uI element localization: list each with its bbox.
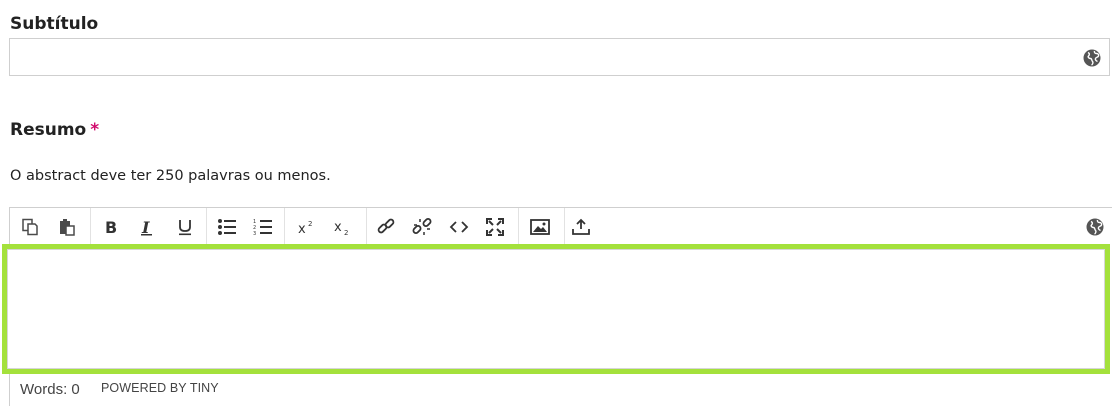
- fullscreen-icon[interactable]: [482, 214, 508, 240]
- copy-icon[interactable]: [17, 214, 43, 240]
- bold-icon[interactable]: B: [98, 214, 124, 240]
- toolbar-group-script: x2 x2: [284, 208, 367, 245]
- subtitle-field[interactable]: [9, 38, 1110, 76]
- image-icon[interactable]: [527, 214, 553, 240]
- svg-text:2: 2: [344, 229, 348, 236]
- svg-text:3: 3: [253, 231, 256, 236]
- subtitle-label: Subtítulo: [10, 14, 98, 34]
- numbered-list-icon[interactable]: 123: [250, 214, 276, 240]
- svg-text:x: x: [334, 220, 342, 235]
- link-icon[interactable]: [373, 214, 399, 240]
- unlink-icon[interactable]: [409, 214, 435, 240]
- code-icon[interactable]: [446, 214, 472, 240]
- abstract-edit-area[interactable]: [2, 244, 1110, 374]
- svg-text:B: B: [105, 218, 117, 236]
- upload-icon[interactable]: [568, 214, 594, 240]
- required-marker: *: [90, 120, 100, 140]
- abstract-label: Resumo *: [10, 120, 99, 140]
- powered-by-link[interactable]: POWERED BY TINY: [101, 381, 219, 395]
- bullet-list-icon[interactable]: [214, 214, 240, 240]
- svg-text:2: 2: [308, 220, 312, 228]
- subscript-icon[interactable]: x2: [330, 214, 356, 240]
- toolbar-group-clipboard: [10, 208, 91, 245]
- subtitle-label-text: Subtítulo: [10, 14, 99, 34]
- abstract-description: O abstract deve ter 250 palavras ou meno…: [10, 168, 331, 184]
- globe-icon[interactable]: [1086, 218, 1104, 236]
- toolbar-group-image: [518, 208, 565, 245]
- word-count: Words: 0: [20, 381, 80, 398]
- toolbar-group-format: B I: [90, 208, 207, 245]
- abstract-text-body[interactable]: [7, 249, 1105, 369]
- globe-icon[interactable]: [1083, 49, 1101, 67]
- svg-text:I: I: [141, 218, 150, 236]
- abstract-label-text: Resumo: [10, 120, 87, 140]
- subtitle-input[interactable]: [16, 40, 1070, 76]
- italic-icon[interactable]: I: [135, 214, 161, 240]
- svg-text:x: x: [298, 222, 306, 236]
- editor-toolbar: B I 123 x2 x2: [10, 208, 1112, 245]
- superscript-icon[interactable]: x2: [294, 214, 320, 240]
- toolbar-group-insert: [366, 208, 519, 245]
- editor-statusbar: Words: 0 POWERED BY TINY: [10, 376, 1112, 406]
- underline-icon[interactable]: [172, 214, 198, 240]
- paste-icon[interactable]: [54, 214, 80, 240]
- toolbar-group-lists: 123: [206, 208, 285, 245]
